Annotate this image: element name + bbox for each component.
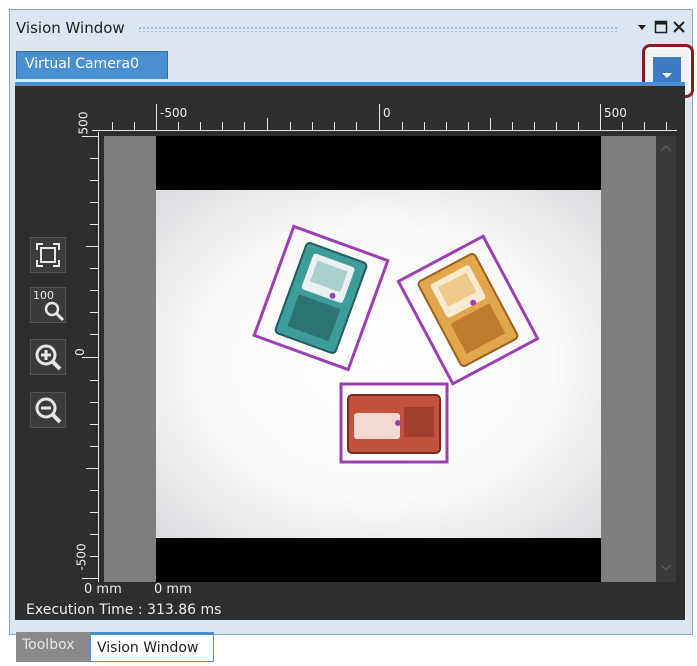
ruler-label: -500 xyxy=(160,106,188,120)
dropdown-button-face xyxy=(653,57,681,85)
vertical-ruler: 500 0 -500 xyxy=(72,112,100,582)
tab-toolbox[interactable]: Toolbox xyxy=(16,632,90,662)
ruler-label: 500 xyxy=(76,111,91,135)
zoom-in-button[interactable] xyxy=(30,339,66,375)
tab-label: Vision Window xyxy=(97,640,199,656)
zoom-in-icon xyxy=(34,343,62,375)
cursor-coordinates: 0 mm 0 mm xyxy=(84,582,192,597)
tab-label: Virtual Camera0 xyxy=(25,56,140,72)
titlebar-grip-pattern xyxy=(138,26,618,32)
image-black-band-top xyxy=(156,136,601,190)
ruler-label: 500 xyxy=(604,106,627,120)
maximize-icon[interactable] xyxy=(654,20,668,38)
scroll-down-icon[interactable] xyxy=(656,558,676,578)
coord-y: 0 mm xyxy=(154,582,192,597)
coord-x: 0 mm xyxy=(84,582,122,597)
camera-tab-row: Virtual Camera0 xyxy=(10,48,690,82)
image-margin-right xyxy=(601,136,656,582)
tab-label: Toolbox xyxy=(22,637,75,653)
tab-virtual-camera0[interactable]: Virtual Camera0 xyxy=(16,51,168,79)
scroll-up-icon[interactable] xyxy=(656,138,676,158)
fit-to-window-icon xyxy=(35,242,61,272)
zoom-out-button[interactable] xyxy=(30,392,66,428)
bottom-tab-strip: Toolbox Vision Window xyxy=(10,632,690,666)
detected-part-teal xyxy=(252,224,390,372)
horizontal-ruler: -500 0 500 xyxy=(92,100,677,132)
ruler-label: 0 xyxy=(383,106,391,120)
pin-dropdown-icon[interactable] xyxy=(636,21,648,37)
detected-part-red xyxy=(339,382,449,464)
vertical-scrollbar[interactable] xyxy=(656,136,676,582)
close-icon[interactable] xyxy=(672,20,686,38)
window-titlebar: Vision Window xyxy=(10,16,690,42)
detected-part-orange xyxy=(396,234,540,386)
ruler-label: -500 xyxy=(74,543,89,571)
zoom-100-button[interactable]: 100 xyxy=(30,287,66,323)
tab-vision-window[interactable]: Vision Window xyxy=(90,632,214,662)
window-title: Vision Window xyxy=(16,19,125,37)
zoom-out-icon xyxy=(34,396,62,428)
execution-time: Execution Time : 313.86 ms xyxy=(26,602,222,618)
ruler-label: 0 xyxy=(72,348,87,356)
image-black-band-bottom xyxy=(156,538,601,582)
image-margin-left xyxy=(104,136,156,582)
fit-to-window-button[interactable] xyxy=(30,237,66,273)
zoom-100-icon xyxy=(43,300,65,326)
camera-image xyxy=(156,190,601,538)
